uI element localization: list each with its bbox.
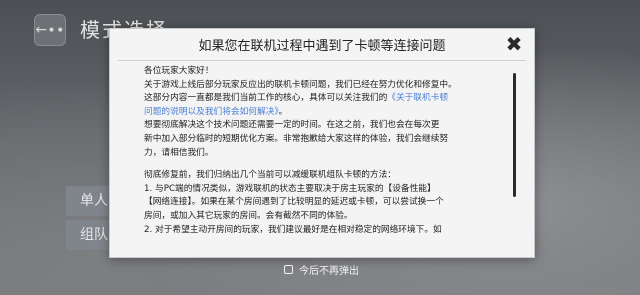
- close-icon[interactable]: ✖: [504, 34, 524, 54]
- plan-text: 想要彻底解决这个技术问题还需要一定的时间。在这之前，我们也会在每次更: [144, 120, 440, 131]
- plan-text-cont: 新中加入部分临时的短期优化方案。非常抱歉给大家这样的体验，我们会继续努: [144, 133, 449, 144]
- dialog-title: 如果您在联机过程中遇到了卡顿等连接问题: [198, 38, 446, 54]
- greeting-text: 各位玩家大家好！: [144, 66, 214, 76]
- plan-text-end: 力，请相信我们。: [144, 147, 214, 158]
- dialog-divider: [118, 60, 526, 61]
- methods-intro-text: 彻底修复前，我们归纳出几个当前可以减缓联机组队卡顿的方法：: [144, 170, 396, 181]
- method-1-text: 1. 与PC端的情况类似，游戏联机的状态主要取决于房主玩家的【设备性能】: [144, 183, 436, 194]
- intro-text: 关于游戏上线后部分玩家反应出的联机卡顿问题，我们已经在努力优化和修复中。: [144, 79, 457, 90]
- focus-text: 这部分内容一直都是我们当前工作的核心，具体可以关注我们的《关于联机卡顿: [144, 93, 449, 104]
- method-2-text: 2. 对于希望主动开房间的玩家，我们建议最好是在相对稳定的网络环境下。如: [144, 224, 442, 235]
- dont-show-again-label: 今后不再弹出: [299, 266, 359, 277]
- back-icon[interactable]: ←∙∙: [34, 14, 66, 46]
- focus-text-cont: 问题的说明以及我们将会如何解决》。: [144, 106, 288, 117]
- connection-issue-dialog: 如果您在联机过程中遇到了卡顿等连接问题 ✖ 各位玩家大家好！ 关于游戏上线后部分…: [109, 28, 535, 258]
- announcement-link-cont[interactable]: 问题的说明以及我们将会如何解决》: [144, 107, 279, 117]
- announcement-link[interactable]: 《关于联机卡顿: [387, 93, 448, 103]
- dont-show-again-option[interactable]: 今后不再弹出: [284, 262, 359, 277]
- dialog-scrollbar[interactable]: [513, 73, 516, 197]
- method-1-text-end: 房间，或加入其它玩家的房间。会有截然不同的体验。: [144, 210, 353, 221]
- dont-show-again-checkbox[interactable]: [284, 265, 293, 274]
- dialog-content: 各位玩家大家好！ 关于游戏上线后部分玩家反应出的联机卡顿问题，我们已经在努力优化…: [144, 65, 500, 251]
- method-1-text-cont: 【网络连接】。如果在某个房间遇到了比较明显的延迟或卡顿，可以尝试换一个: [144, 197, 444, 208]
